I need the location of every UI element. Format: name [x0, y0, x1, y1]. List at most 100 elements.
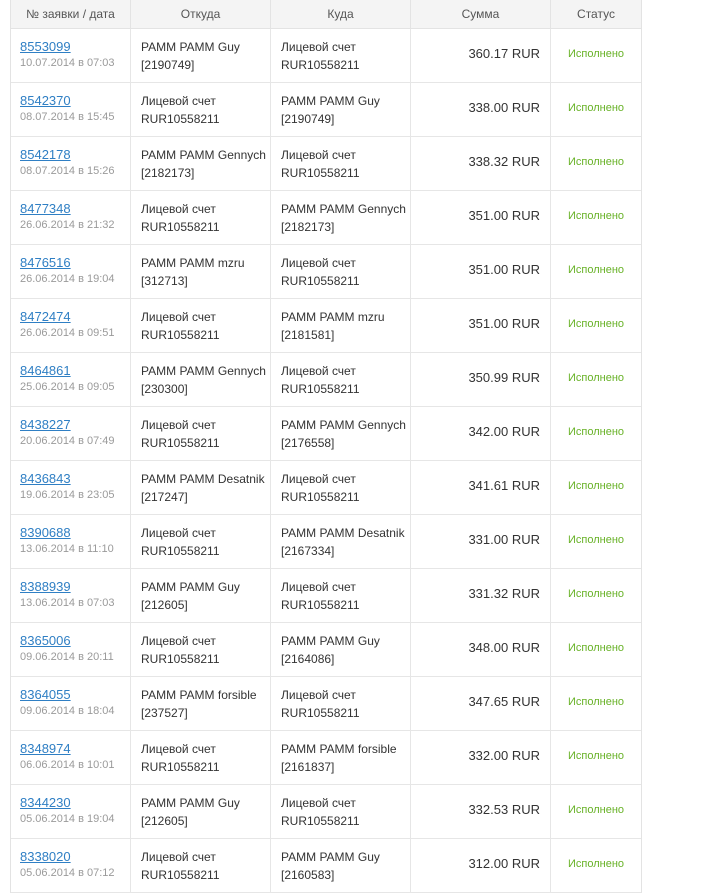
- request-date: 26.06.2014 в 21:32: [20, 219, 115, 231]
- cell-id-date: 8476516 26.06.2014 в 19:04: [11, 245, 131, 298]
- cell-amount: 332.00 RUR: [411, 731, 551, 784]
- request-id-link[interactable]: 8338020: [20, 848, 120, 866]
- request-id-link[interactable]: 8438227: [20, 416, 120, 434]
- table-body: 8553099 10.07.2014 в 07:03 PAMM PAMM Guy [2…: [11, 29, 641, 893]
- request-date: 25.06.2014 в 09:05: [20, 381, 115, 393]
- status-badge: Исполнено: [567, 48, 625, 60]
- from-account-name: PAMM PAMM Guy: [141, 796, 240, 810]
- status-badge: Исполнено: [567, 102, 625, 114]
- to-account-name: Лицевой счет: [281, 364, 356, 378]
- request-date: 26.06.2014 в 19:04: [20, 273, 115, 285]
- cell-amount: 338.00 RUR: [411, 83, 551, 136]
- cell-from: Лицевой счет RUR10558211: [131, 83, 271, 136]
- request-id-link[interactable]: 8464861: [20, 362, 120, 380]
- table-row: 8553099 10.07.2014 в 07:03 PAMM PAMM Guy [2…: [11, 29, 641, 83]
- from-account-name: PAMM PAMM Gennych: [141, 364, 266, 378]
- cell-id-date: 8348974 06.06.2014 в 10:01: [11, 731, 131, 784]
- cell-from: PAMM PAMM forsible [237527]: [131, 677, 271, 730]
- from-account-number: [230300]: [141, 382, 188, 396]
- request-id-link[interactable]: 8348974: [20, 740, 120, 758]
- request-id-link[interactable]: 8390688: [20, 524, 120, 542]
- from-account-name: PAMM PAMM Guy: [141, 580, 240, 594]
- from-account-number: [2190749]: [141, 58, 195, 72]
- request-id-link[interactable]: 8364055: [20, 686, 120, 704]
- cell-from: PAMM PAMM Guy [212605]: [131, 569, 271, 622]
- cell-to: Лицевой счет RUR10558211: [271, 137, 411, 190]
- table-row: 8338020 05.06.2014 в 07:12 Лицевой счет RUR…: [11, 839, 641, 893]
- to-account-name: Лицевой счет: [281, 256, 356, 270]
- request-date: 13.06.2014 в 11:10: [20, 543, 114, 555]
- cell-amount: 360.17 RUR: [411, 29, 551, 82]
- cell-to: PAMM PAMM mzru [2181581]: [271, 299, 411, 352]
- cell-to: PAMM PAMM Guy [2164086]: [271, 623, 411, 676]
- status-badge: Исполнено: [567, 534, 625, 546]
- to-account-number: [2176558]: [281, 436, 335, 450]
- cell-id-date: 8338020 05.06.2014 в 07:12: [11, 839, 131, 892]
- request-date: 06.06.2014 в 10:01: [20, 759, 115, 771]
- cell-to: PAMM PAMM Gennych [2182173]: [271, 191, 411, 244]
- request-id-link[interactable]: 8365006: [20, 632, 120, 650]
- to-account-number: RUR10558211: [281, 274, 360, 288]
- cell-from: Лицевой счет RUR10558211: [131, 191, 271, 244]
- from-account-name: PAMM PAMM Guy: [141, 40, 240, 54]
- cell-amount: 351.00 RUR: [411, 245, 551, 298]
- request-id-link[interactable]: 8388939: [20, 578, 120, 596]
- from-account-name: PAMM PAMM mzru: [141, 256, 245, 270]
- to-account-number: [2160583]: [281, 868, 335, 882]
- cell-from: PAMM PAMM Gennych [2182173]: [131, 137, 271, 190]
- to-account-number: [2167334]: [281, 544, 335, 558]
- table-row: 8390688 13.06.2014 в 11:10 Лицевой счет RUR…: [11, 515, 641, 569]
- request-id-link[interactable]: 8542178: [20, 146, 120, 164]
- request-id-link[interactable]: 8436843: [20, 470, 120, 488]
- cell-from: Лицевой счет RUR10558211: [131, 731, 271, 784]
- column-header-status[interactable]: Статус: [551, 0, 641, 28]
- cell-amount: 332.53 RUR: [411, 785, 551, 838]
- to-account-name: PAMM PAMM Gennych: [281, 202, 406, 216]
- to-account-name: PAMM PAMM forsible: [281, 742, 397, 756]
- to-account-name: PAMM PAMM Guy: [281, 850, 380, 864]
- cell-amount: 338.32 RUR: [411, 137, 551, 190]
- request-id-link[interactable]: 8476516: [20, 254, 120, 272]
- from-account-number: RUR10558211: [141, 544, 220, 558]
- request-id-link[interactable]: 8553099: [20, 38, 120, 56]
- request-id-link[interactable]: 8472474: [20, 308, 120, 326]
- from-account-number: RUR10558211: [141, 220, 220, 234]
- cell-id-date: 8388939 13.06.2014 в 07:03: [11, 569, 131, 622]
- from-account-name: Лицевой счет: [141, 850, 216, 864]
- cell-id-date: 8344230 05.06.2014 в 19:04: [11, 785, 131, 838]
- status-badge: Исполнено: [567, 480, 625, 492]
- request-id-link[interactable]: 8344230: [20, 794, 120, 812]
- table-row: 8542178 08.07.2014 в 15:26 PAMM PAMM Genny…: [11, 137, 641, 191]
- cell-amount: 312.00 RUR: [411, 839, 551, 892]
- to-account-name: Лицевой счет: [281, 580, 356, 594]
- cell-to: Лицевой счет RUR10558211: [271, 245, 411, 298]
- table-row: 8364055 09.06.2014 в 18:04 PAMM PAMM forsi…: [11, 677, 641, 731]
- request-date: 19.06.2014 в 23:05: [20, 489, 115, 501]
- column-header-amount[interactable]: Сумма: [411, 0, 551, 28]
- to-account-number: RUR10558211: [281, 382, 360, 396]
- cell-id-date: 8438227 20.06.2014 в 07:49: [11, 407, 131, 460]
- status-badge: Исполнено: [567, 210, 625, 222]
- from-account-number: RUR10558211: [141, 652, 220, 666]
- from-account-name: PAMM PAMM Desatnik: [141, 472, 265, 486]
- cell-to: PAMM PAMM Guy [2160583]: [271, 839, 411, 892]
- table-row: 8344230 05.06.2014 в 19:04 PAMM PAMM Guy [2…: [11, 785, 641, 839]
- request-id-link[interactable]: 8477348: [20, 200, 120, 218]
- from-account-number: RUR10558211: [141, 760, 220, 774]
- status-badge: Исполнено: [567, 318, 625, 330]
- to-account-name: Лицевой счет: [281, 148, 356, 162]
- cell-from: Лицевой счет RUR10558211: [131, 515, 271, 568]
- column-header-from[interactable]: Откуда: [131, 0, 271, 28]
- request-id-link[interactable]: 8542370: [20, 92, 120, 110]
- column-header-to[interactable]: Куда: [271, 0, 411, 28]
- column-header-id-date[interactable]: № заявки / дата: [11, 0, 131, 28]
- cell-id-date: 8464861 25.06.2014 в 09:05: [11, 353, 131, 406]
- to-account-number: [2181581]: [281, 328, 335, 342]
- to-account-number: [2182173]: [281, 220, 335, 234]
- cell-amount: 341.61 RUR: [411, 461, 551, 514]
- from-account-number: RUR10558211: [141, 112, 220, 126]
- table-row: 8388939 13.06.2014 в 07:03 PAMM PAMM Guy [2…: [11, 569, 641, 623]
- table-row: 8472474 26.06.2014 в 09:51 Лицевой счет RUR…: [11, 299, 641, 353]
- cell-to: PAMM PAMM Gennych [2176558]: [271, 407, 411, 460]
- request-date: 20.06.2014 в 07:49: [20, 435, 115, 447]
